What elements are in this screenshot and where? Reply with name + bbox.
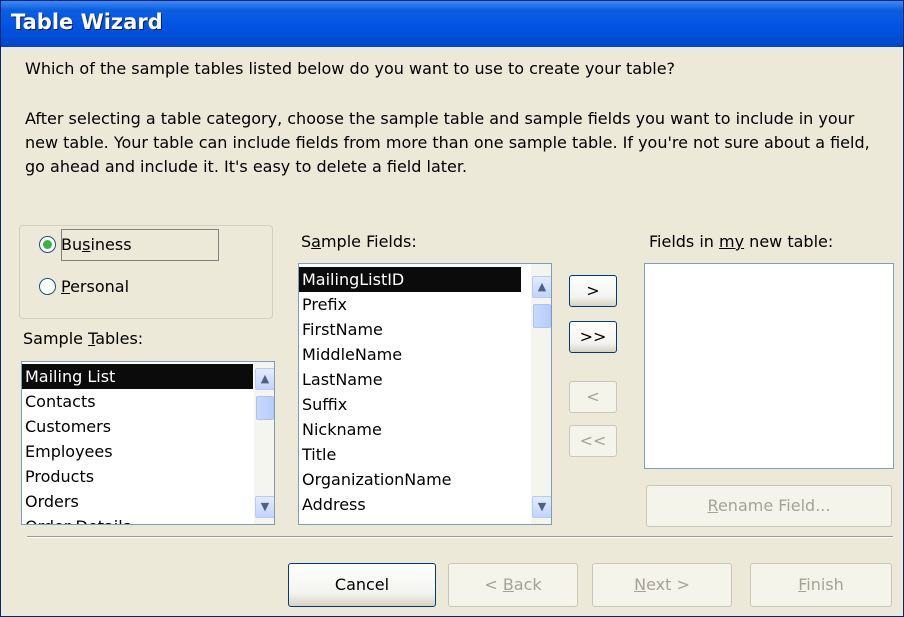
title-bar[interactable]: Table Wizard (1, 1, 903, 47)
back-button[interactable]: < Back (448, 563, 578, 607)
scroll-down-icon[interactable]: ▼ (532, 496, 551, 518)
list-item[interactable]: OrganizationName (299, 467, 521, 492)
list-item[interactable]: LastName (299, 367, 521, 392)
new-table-fields-list[interactable] (644, 263, 894, 469)
finish-button[interactable]: Finish (750, 563, 892, 607)
wizard-question: Which of the sample tables listed below … (25, 59, 676, 78)
list-item[interactable]: MailingListID (299, 267, 521, 292)
sample-tables-label: Sample Tables: (23, 329, 144, 348)
table-wizard-window: Table Wizard Which of the sample tables … (0, 0, 904, 617)
remove-all-fields-button[interactable]: << (569, 425, 617, 457)
list-item[interactable]: MiddleName (299, 342, 521, 367)
list-item[interactable]: FirstName (299, 317, 521, 342)
list-item[interactable]: Products (22, 464, 253, 489)
radio-unselected-icon (39, 278, 56, 295)
list-item[interactable]: Employees (22, 439, 253, 464)
list-item[interactable]: Title (299, 442, 521, 467)
scroll-thumb[interactable] (533, 304, 551, 328)
sample-tables-scrollbar[interactable]: ▲ ▼ (254, 362, 274, 524)
add-all-fields-button[interactable]: >> (569, 321, 617, 353)
list-item[interactable]: Mailing List (22, 364, 253, 389)
radio-selected-icon (39, 236, 56, 253)
sample-fields-scrollbar[interactable]: ▲ ▼ (531, 264, 551, 524)
list-item[interactable]: Suffix (299, 392, 521, 417)
remove-field-button[interactable]: < (569, 381, 617, 413)
list-item[interactable]: Address (299, 492, 521, 517)
window-title: Table Wizard (11, 10, 163, 34)
list-item[interactable]: Customers (22, 414, 253, 439)
new-fields-label: Fields in my new table: (649, 232, 834, 251)
personal-label: Personal (61, 277, 130, 296)
list-item[interactable]: Orders (22, 489, 253, 514)
sample-tables-list[interactable]: Mailing List Contacts Customers Employee… (21, 361, 275, 525)
add-field-button[interactable]: > (569, 275, 617, 307)
next-button[interactable]: Next > (592, 563, 732, 607)
sample-fields-list[interactable]: MailingListID Prefix FirstName MiddleNam… (298, 263, 552, 525)
scroll-up-icon[interactable]: ▲ (255, 368, 274, 390)
wizard-instructions: After selecting a table category, choose… (25, 109, 870, 176)
divider (27, 536, 893, 538)
list-item[interactable]: Order Details (22, 514, 253, 524)
list-item[interactable]: Nickname (299, 417, 521, 442)
sample-fields-label: Sample Fields: (301, 232, 417, 251)
rename-field-button[interactable]: Rename Field... (646, 485, 892, 527)
scroll-up-icon[interactable]: ▲ (532, 276, 551, 298)
business-label: Business (61, 235, 132, 254)
cancel-button[interactable]: Cancel (288, 563, 436, 607)
business-radio[interactable]: Business (39, 235, 219, 255)
scroll-down-icon[interactable]: ▼ (255, 496, 274, 518)
list-item[interactable]: Prefix (299, 292, 521, 317)
list-item[interactable]: Contacts (22, 389, 253, 414)
personal-radio[interactable]: Personal (39, 277, 219, 297)
scroll-thumb[interactable] (256, 396, 274, 420)
